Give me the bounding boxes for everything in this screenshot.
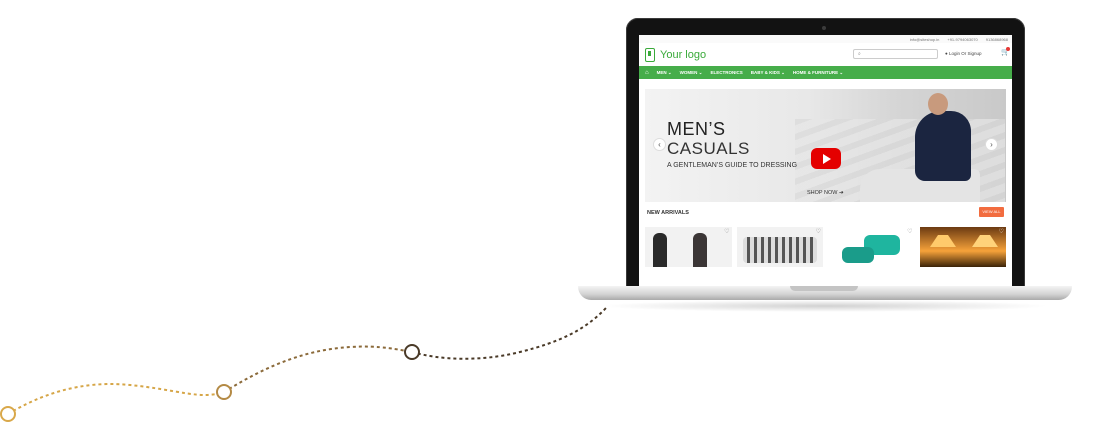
product-card[interactable]: ♡ <box>919 227 1006 267</box>
hero-title-line1: MEN’S <box>667 119 726 139</box>
view-all-button[interactable]: VIEW ALL <box>979 207 1004 217</box>
nav-item-baby-kids[interactable]: BABY & KIDS ⌄ <box>751 70 785 76</box>
product-image <box>842 247 874 263</box>
product-image <box>653 233 667 267</box>
product-card[interactable]: ♡ <box>645 227 732 267</box>
laptop-notch <box>790 286 858 291</box>
laptop-screen: info@siteshop.in +91-9794063070 91368689… <box>639 35 1012 287</box>
product-card[interactable]: ♡ <box>736 227 823 267</box>
site-header: Your logo ⌕ ● Login Or Signup 🛒 <box>639 43 1012 66</box>
laptop-base <box>578 286 1072 300</box>
topbar-email[interactable]: info@siteshop.in <box>910 37 940 42</box>
heart-icon[interactable]: ♡ <box>907 228 912 235</box>
login-label: Login Or Signup <box>948 51 982 56</box>
path-node-2 <box>216 384 232 400</box>
logo-text[interactable]: Your logo <box>660 49 706 61</box>
path-node-1 <box>0 406 16 422</box>
laptop-lid: info@siteshop.in +91-9794063070 91368689… <box>626 18 1025 288</box>
search-icon: ⌕ <box>858 51 861 57</box>
login-link[interactable]: ● Login Or Signup <box>945 51 982 56</box>
product-row: ♡ ♡ ♡ ♡ <box>645 227 1006 267</box>
hero-subtitle: A GENTLEMAN’S GUIDE TO DRESSING <box>667 162 798 169</box>
product-image <box>971 235 998 247</box>
product-image <box>742 237 817 263</box>
topbar-phone[interactable]: +91-9794063070 <box>947 37 977 42</box>
new-arrivals-title: NEW ARRIVALS <box>647 210 689 216</box>
logo-icon[interactable] <box>645 47 655 62</box>
main-nav: ⌂ MEN ⌄ WOMEN ⌄ ELECTRONICS BABY & KIDS … <box>639 66 1012 79</box>
nav-item-electronics[interactable]: ELECTRONICS <box>710 70 742 75</box>
camera-icon <box>822 26 826 30</box>
heart-icon[interactable]: ♡ <box>999 228 1004 235</box>
carousel-prev-icon[interactable]: ‹ <box>653 138 666 151</box>
product-card[interactable]: ♡ <box>828 227 915 267</box>
product-image <box>693 233 707 267</box>
hero-model-head <box>928 93 948 115</box>
hero-banner[interactable]: MEN’S CASUALS A GENTLEMAN’S GUIDE TO DRE… <box>645 89 1006 202</box>
nav-item-home-furniture[interactable]: HOME & FURNITURE ⌄ <box>793 70 843 76</box>
heart-icon[interactable]: ♡ <box>816 228 821 235</box>
product-image <box>929 235 956 247</box>
path-node-3 <box>404 344 420 360</box>
hero-model <box>915 111 971 181</box>
cart-badge <box>1006 47 1010 51</box>
nav-item-men[interactable]: MEN ⌄ <box>657 70 672 76</box>
hero-title-line2: CASUALS <box>667 139 750 158</box>
laptop-shadow <box>600 300 1050 312</box>
topbar-phone2[interactable]: 9136868968 <box>986 37 1008 42</box>
home-icon[interactable]: ⌂ <box>645 70 649 76</box>
youtube-play-icon[interactable] <box>811 148 841 169</box>
heart-icon[interactable]: ♡ <box>724 228 729 235</box>
shop-now-link[interactable]: SHOP NOW ➔ <box>807 190 844 196</box>
carousel-next-icon[interactable]: › <box>985 138 998 151</box>
site-topbar: info@siteshop.in +91-9794063070 91368689… <box>639 35 1012 43</box>
nav-item-women[interactable]: WOMEN ⌄ <box>680 70 703 76</box>
search-input[interactable]: ⌕ <box>853 49 938 59</box>
